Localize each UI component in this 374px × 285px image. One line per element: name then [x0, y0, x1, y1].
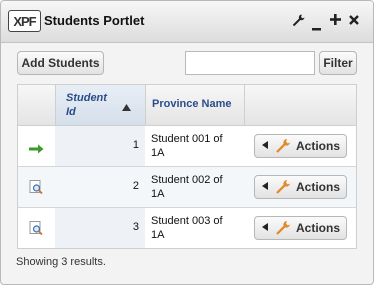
actions-label: Actions	[296, 221, 341, 235]
student-name: Student 002 of 1A	[151, 174, 223, 200]
actions-button[interactable]: Actions	[254, 134, 347, 158]
header-actions-column	[244, 85, 356, 126]
add-students-button[interactable]: Add Students	[17, 51, 104, 75]
student-id-header-label: Student Id	[66, 92, 107, 118]
portlet-titlebar: XPF Students Portlet	[1, 1, 373, 43]
student-id: 2	[132, 180, 139, 192]
actions-label: Actions	[296, 139, 341, 153]
wrench-icon	[275, 220, 291, 239]
student-name: Student 001 of 1A	[151, 133, 223, 159]
wrench-icon	[275, 179, 291, 198]
table-row[interactable]: 2 Student 002 of 1A Actions	[18, 167, 356, 208]
xpf-logo: XPF	[8, 10, 41, 32]
portlet-title: Students Portlet	[44, 13, 145, 28]
triangle-left-icon	[262, 223, 268, 233]
maximize-icon[interactable]	[330, 14, 341, 28]
student-id-cell: 3	[55, 208, 145, 248]
filter-button[interactable]: Filter	[319, 51, 357, 75]
magnifier-doc-icon	[29, 180, 43, 199]
magnifier-doc-icon	[29, 221, 43, 240]
actions-button[interactable]: Actions	[254, 175, 347, 199]
header-icon-column	[18, 85, 55, 126]
student-id: 1	[132, 139, 139, 151]
minimize-icon[interactable]	[312, 20, 321, 34]
wrench-icon	[275, 138, 291, 157]
student-name: Student 003 of 1A	[151, 215, 223, 241]
actions-label: Actions	[296, 180, 341, 194]
results-status: Showing 3 results.	[16, 256, 106, 268]
students-portlet: XPF Students Portlet Add Students Filter…	[0, 0, 374, 285]
triangle-left-icon	[262, 141, 268, 151]
column-header-province-name[interactable]: Province Name	[145, 85, 244, 126]
column-header-student-id[interactable]: Student Id	[55, 85, 145, 126]
province-name-header-label: Province Name	[152, 98, 232, 110]
student-id-cell: 2	[55, 167, 145, 207]
sort-ascending-icon	[122, 98, 131, 116]
student-id-cell: 1	[55, 126, 145, 166]
table-row[interactable]: 1 Student 001 of 1A Actions	[18, 126, 356, 167]
filter-input[interactable]	[185, 51, 315, 75]
students-grid: Student Id Province Name 1 Student 001 o…	[17, 84, 357, 249]
student-id: 3	[132, 221, 139, 233]
triangle-left-icon	[262, 182, 268, 192]
wrench-icon[interactable]	[292, 14, 305, 30]
close-icon[interactable]	[349, 14, 359, 28]
actions-button[interactable]: Actions	[254, 216, 347, 240]
arrow-right-icon	[29, 141, 44, 159]
table-row[interactable]: 3 Student 003 of 1A Actions	[18, 208, 356, 249]
